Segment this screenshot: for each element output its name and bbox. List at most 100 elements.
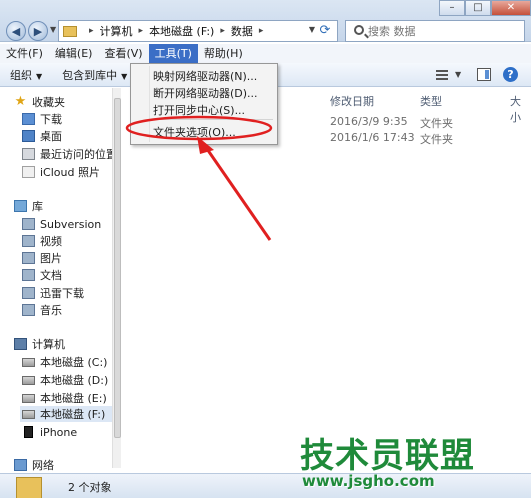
nav-label: Subversion bbox=[40, 217, 102, 231]
refresh-icon[interactable]: ⟳ bbox=[317, 23, 333, 39]
menu-open-sync-center[interactable]: 打开同步中心(S)... bbox=[153, 102, 245, 118]
nav-label: iCloud 照片 bbox=[40, 166, 100, 179]
thunder-download-icon bbox=[22, 287, 35, 299]
tools-menu: 映射网络驱动器(N)... 断开网络驱动器(D)... 打开同步中心(S)...… bbox=[130, 63, 278, 145]
watermark-url: www.jsgho.com bbox=[302, 472, 435, 490]
maximize-button[interactable]: □ bbox=[465, 0, 491, 16]
recent-pages-dropdown[interactable]: ▼ bbox=[50, 25, 56, 34]
chevron-right-icon[interactable]: ▸ bbox=[89, 26, 94, 36]
videos-icon bbox=[22, 235, 35, 247]
downloads-folder-icon bbox=[22, 113, 35, 125]
nav-desktop[interactable]: 桌面 bbox=[22, 128, 62, 144]
nav-label: 计算机 bbox=[32, 338, 65, 351]
navigation-pane: ★ 收藏夹 下载 桌面 最近访问的位置 iCloud 照片 库 Subversio… bbox=[0, 88, 120, 473]
pictures-icon bbox=[22, 252, 35, 264]
nav-label: 本地磁盘 (F:) bbox=[40, 408, 106, 421]
menu-bar: 文件(F) 编辑(E) 查看(V) 工具(T) 帮助(H) bbox=[0, 44, 531, 63]
organize-button[interactable]: 组织 ▼ bbox=[0, 67, 52, 83]
nav-label: 迅雷下载 bbox=[40, 287, 84, 300]
nav-label: 图片 bbox=[40, 252, 62, 265]
menu-view[interactable]: 查看(V) bbox=[98, 44, 148, 63]
nav-drive-d[interactable]: 本地磁盘 (D:) bbox=[22, 372, 108, 388]
nav-iphone[interactable]: iPhone bbox=[22, 424, 77, 440]
forward-button[interactable]: ▶ bbox=[28, 21, 48, 41]
breadcrumb-data[interactable]: 数据 bbox=[231, 23, 253, 39]
minimize-button[interactable]: – bbox=[439, 0, 465, 16]
chevron-right-icon[interactable]: ▸ bbox=[139, 26, 144, 36]
nav-label: 文档 bbox=[40, 269, 62, 282]
nav-libraries[interactable]: 库 bbox=[14, 198, 43, 214]
forward-arrow-icon: ▶ bbox=[33, 24, 43, 38]
hard-drive-icon bbox=[22, 393, 35, 403]
search-box[interactable] bbox=[345, 20, 525, 42]
item-count: 2 个对象 bbox=[68, 481, 112, 494]
nav-drive-c[interactable]: 本地磁盘 (C:) bbox=[22, 354, 107, 370]
nav-label: 库 bbox=[32, 200, 43, 213]
nav-label: iPhone bbox=[40, 425, 78, 439]
star-icon: ★ bbox=[14, 94, 27, 109]
computer-icon bbox=[14, 338, 27, 350]
breadcrumb-computer[interactable]: 计算机 bbox=[100, 23, 133, 39]
nav-label: 本地磁盘 (D:) bbox=[40, 374, 109, 387]
nav-downloads[interactable]: 下载 bbox=[22, 111, 62, 127]
nav-drive-f[interactable]: 本地磁盘 (F:) bbox=[20, 406, 112, 422]
music-icon bbox=[22, 304, 35, 316]
organize-label: 组织 bbox=[10, 68, 32, 82]
address-bar[interactable]: ▸ 计算机 ▸ 本地磁盘 (F:) ▸ 数据 ▸ ▼ ⟳ bbox=[58, 20, 338, 42]
nav-videos[interactable]: 视频 bbox=[22, 233, 62, 249]
close-button[interactable]: ✕ bbox=[491, 0, 531, 16]
nav-subversion[interactable]: Subversion bbox=[22, 216, 101, 232]
nav-drive-e[interactable]: 本地磁盘 (E:) bbox=[22, 390, 107, 406]
row-2-type[interactable]: 文件夹 bbox=[420, 131, 453, 147]
chevron-right-icon[interactable]: ▸ bbox=[220, 26, 225, 36]
nav-pictures[interactable]: 图片 bbox=[22, 250, 62, 266]
preview-pane-icon[interactable] bbox=[477, 68, 491, 81]
row-1-type[interactable]: 文件夹 bbox=[420, 115, 453, 131]
nav-label: 桌面 bbox=[40, 130, 62, 143]
nav-recent-places[interactable]: 最近访问的位置 bbox=[22, 146, 117, 162]
menu-map-network-drive[interactable]: 映射网络驱动器(N)... bbox=[153, 68, 257, 84]
column-header-size[interactable]: 大小 bbox=[510, 93, 531, 125]
site-watermark: 技术员联盟 www.jsgho.com bbox=[300, 428, 520, 496]
nav-icloud-photos[interactable]: iCloud 照片 bbox=[22, 164, 100, 180]
menu-help[interactable]: 帮助(H) bbox=[198, 44, 249, 63]
file-list: 修改日期 类型 大小 2016/3/9 9:35 文件夹 2016/1/6 17… bbox=[122, 88, 531, 473]
row-1-modified[interactable]: 2016/3/9 9:35 bbox=[330, 115, 408, 128]
nav-thunder-downloads[interactable]: 迅雷下载 bbox=[22, 285, 84, 301]
menu-folder-options[interactable]: 文件夹选项(O)... bbox=[153, 124, 236, 140]
chevron-right-icon[interactable]: ▸ bbox=[259, 26, 264, 36]
breadcrumb-drive-f[interactable]: 本地磁盘 (F:) bbox=[149, 23, 214, 39]
address-dropdown[interactable]: ▼ bbox=[309, 25, 315, 34]
menu-edit[interactable]: 编辑(E) bbox=[49, 44, 99, 63]
change-view-icon[interactable] bbox=[436, 70, 448, 80]
documents-icon bbox=[22, 269, 35, 281]
column-header-type[interactable]: 类型 bbox=[420, 93, 442, 109]
nav-documents[interactable]: 文档 bbox=[22, 267, 62, 283]
recent-places-icon bbox=[22, 148, 35, 160]
hard-drive-icon bbox=[22, 357, 35, 367]
nav-label: 网络 bbox=[32, 459, 54, 472]
menu-tools[interactable]: 工具(T) bbox=[148, 44, 198, 63]
include-in-library-button[interactable]: 包含到库中 ▼ bbox=[52, 67, 137, 83]
icloud-icon bbox=[22, 166, 35, 178]
window-controls: – □ ✕ bbox=[439, 0, 531, 16]
nav-music[interactable]: 音乐 bbox=[22, 302, 62, 318]
nav-label: 收藏夹 bbox=[32, 96, 65, 109]
help-icon[interactable]: ? bbox=[503, 67, 518, 82]
menu-disconnect-network-drive[interactable]: 断开网络驱动器(D)... bbox=[153, 85, 258, 101]
back-button[interactable]: ◀ bbox=[6, 21, 26, 41]
subversion-icon bbox=[22, 218, 35, 230]
row-2-modified[interactable]: 2016/1/6 17:43 bbox=[330, 131, 415, 144]
nav-favorites[interactable]: ★ 收藏夹 bbox=[14, 94, 65, 110]
menu-file[interactable]: 文件(F) bbox=[0, 44, 49, 63]
nav-computer[interactable]: 计算机 bbox=[14, 336, 65, 352]
nav-label: 本地磁盘 (C:) bbox=[40, 356, 108, 369]
scrollbar-thumb[interactable] bbox=[114, 98, 121, 438]
nav-network[interactable]: 网络 bbox=[14, 457, 54, 473]
nav-label: 本地磁盘 (E:) bbox=[40, 392, 107, 405]
search-input[interactable] bbox=[368, 24, 518, 38]
view-options-dropdown[interactable]: ▼ bbox=[455, 70, 461, 79]
navigation-scrollbar[interactable] bbox=[112, 88, 121, 468]
folder-icon bbox=[16, 477, 42, 498]
column-header-modified[interactable]: 修改日期 bbox=[330, 93, 374, 109]
